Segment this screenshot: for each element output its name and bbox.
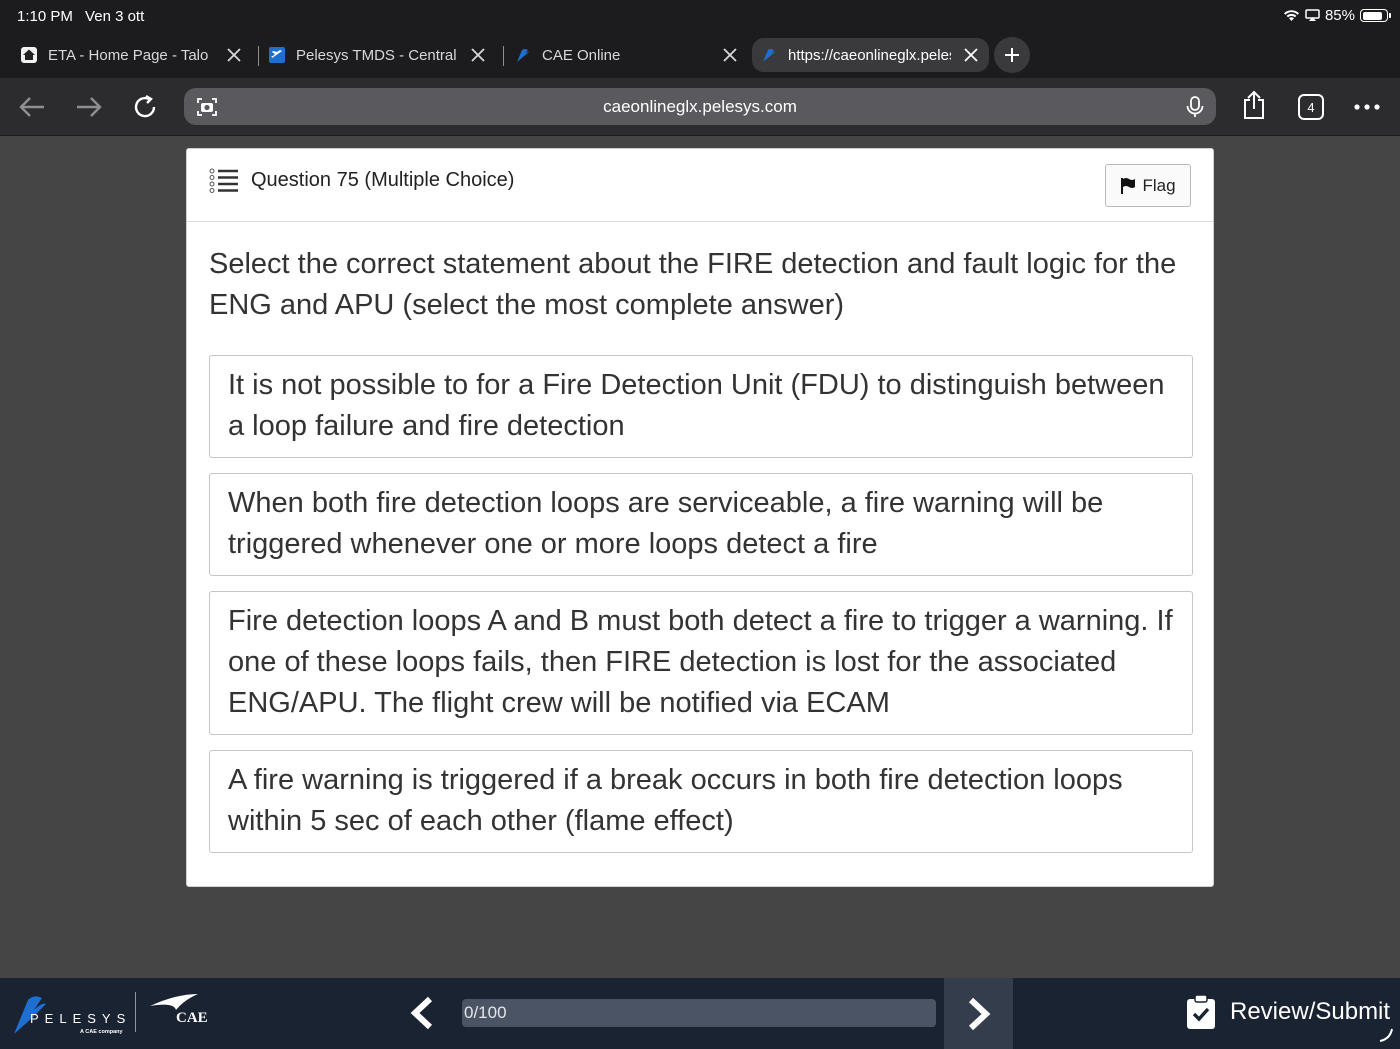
next-question-button[interactable] [944, 978, 1013, 1049]
answer-option-4[interactable]: A fire warning is triggered if a break o… [209, 750, 1193, 853]
reload-icon [134, 94, 156, 118]
flag-button[interactable]: Flag [1105, 164, 1191, 207]
ios-status-bar: 1:10 PM Ven 3 ott 85% [0, 0, 1400, 32]
tab-title: Pelesys TMDS - Central [296, 46, 456, 64]
tab-separator [503, 46, 504, 66]
question-title: Question 75 (Multiple Choice) [251, 169, 515, 191]
ellipsis-icon [1354, 104, 1380, 110]
flag-label: Flag [1142, 175, 1176, 195]
status-time: 1:10 PM [17, 8, 73, 25]
tab-overview-button[interactable]: 4 [1296, 92, 1326, 122]
battery-percent: 85% [1324, 7, 1355, 24]
review-submit-label: Review/Submit [1230, 998, 1391, 1025]
reload-button[interactable] [130, 92, 160, 122]
browser-toolbar: caeonlineglx.pelesys.com 4 [0, 78, 1400, 136]
previous-question-button[interactable] [400, 990, 444, 1036]
tab-title: ETA - Home Page - Talon [48, 46, 208, 64]
list-icon[interactable] [209, 168, 239, 194]
status-right: 85% [1283, 7, 1391, 24]
answer-option-3[interactable]: Fire detection loops A and B must both d… [209, 591, 1193, 735]
plane-favicon-icon [268, 46, 286, 64]
close-tab-icon[interactable] [961, 45, 981, 65]
plus-icon [1005, 48, 1019, 62]
chevron-right-icon [968, 997, 990, 1030]
answer-option-2[interactable]: When both fire detection loops are servi… [209, 473, 1193, 576]
cae-wordmark: CAE [176, 1010, 208, 1026]
tab-cae-online[interactable]: CAE Online [514, 38, 748, 72]
close-tab-icon[interactable] [468, 45, 488, 65]
tab-separator [258, 46, 259, 66]
tabs-icon: 4 [1298, 94, 1324, 120]
flag-icon [1121, 177, 1136, 194]
logo-divider [135, 992, 136, 1032]
tab-eta-home[interactable]: ETA - Home Page - Talon [20, 38, 252, 72]
resize-corner-icon [1379, 1028, 1393, 1042]
address-bar[interactable]: caeonlineglx.pelesys.com [184, 88, 1216, 125]
screen-mirror-icon [1305, 9, 1320, 21]
tab-caeonlineglx[interactable]: https://caeonlineglx.pelesys.com [752, 38, 989, 72]
back-button[interactable] [17, 92, 47, 122]
tab-title: https://caeonlineglx.pelesys.com [788, 46, 951, 64]
arrow-left-icon [19, 97, 44, 117]
tab-count: 4 [1307, 100, 1314, 115]
new-tab-button[interactable] [994, 37, 1030, 73]
wifi-icon [1283, 10, 1299, 21]
microphone-icon[interactable] [1184, 95, 1206, 119]
browser-tab-bar: ETA - Home Page - Talon Pelesys TMDS - C… [0, 32, 1400, 78]
answer-option-1[interactable]: It is not possible to for a Fire Detecti… [209, 355, 1193, 458]
clipboard-check-icon [1187, 994, 1215, 1029]
close-tab-icon[interactable] [224, 45, 244, 65]
share-button[interactable] [1239, 90, 1269, 120]
pelesys-favicon-icon [514, 46, 532, 64]
forward-button[interactable] [74, 92, 104, 122]
status-left: 1:10 PM Ven 3 ott [17, 8, 152, 25]
tab-pelesys-tmds[interactable]: Pelesys TMDS - Central [268, 38, 496, 72]
pelesys-favicon-icon [760, 46, 778, 64]
home-favicon-icon [20, 46, 38, 64]
close-tab-icon[interactable] [720, 45, 740, 65]
exam-footer: PELESYS A CAE company CAE 0/100 Review/S… [0, 978, 1400, 1049]
share-icon [1244, 90, 1264, 119]
battery-icon [1360, 9, 1391, 22]
question-card: Question 75 (Multiple Choice) Flag Selec… [186, 148, 1214, 887]
tab-title: CAE Online [542, 46, 621, 64]
more-menu-button[interactable] [1352, 92, 1382, 122]
arrow-right-icon [77, 97, 102, 117]
question-text: Select the correct statement about the F… [209, 248, 1177, 321]
cae-logo: CAE [150, 994, 208, 1026]
url-text: caeonlineglx.pelesys.com [603, 97, 797, 116]
pelesys-wordmark: PELESYS [30, 1011, 128, 1026]
pelesys-logo: PELESYS A CAE company [14, 996, 128, 1035]
progress-label: 0/100 [464, 1003, 507, 1022]
chevron-left-icon [410, 996, 433, 1030]
review-submit-button[interactable]: Review/Submit [1186, 994, 1390, 1030]
question-header: Question 75 (Multiple Choice) Flag [187, 149, 1213, 222]
pelesys-subtitle: A CAE company [80, 1029, 124, 1035]
status-date: Ven 3 ott [85, 8, 145, 25]
answer-options: It is not possible to for a Fire Detecti… [209, 355, 1193, 868]
progress-bar: 0/100 [462, 999, 936, 1027]
